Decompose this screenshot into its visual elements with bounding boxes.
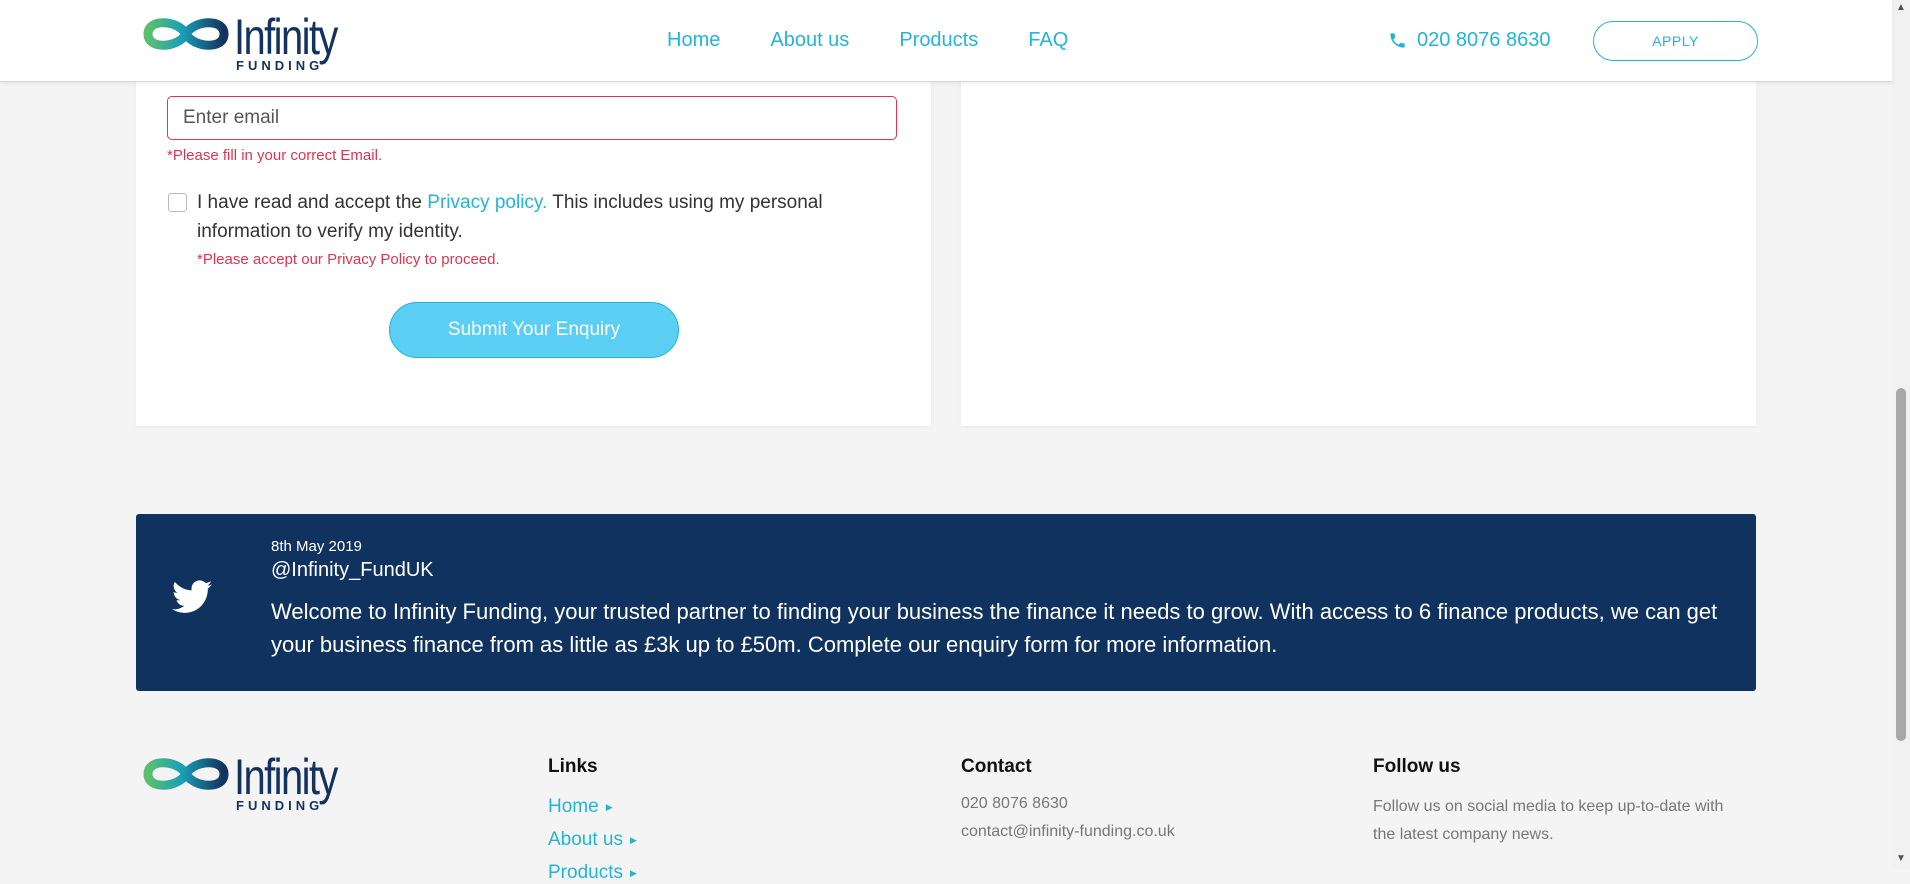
header-phone[interactable]: 020 8076 8630 xyxy=(1388,29,1550,52)
infinity-logo-icon xyxy=(143,758,229,790)
footer-link-about-us[interactable]: About us ▶ xyxy=(548,829,637,851)
apply-button[interactable]: APPLY xyxy=(1593,21,1758,61)
twitter-feed: 8th May 2019 @Infinity_FundUK Welcome to… xyxy=(136,514,1756,691)
phone-icon xyxy=(1390,33,1405,48)
triangle-right-icon: ▶ xyxy=(630,834,637,845)
footer-contact-phone[interactable]: 020 8076 8630 xyxy=(961,795,1068,813)
email-error-message: *Please fill in your correct Email. xyxy=(167,147,383,164)
submit-enquiry-button[interactable]: Submit Your Enquiry xyxy=(389,302,679,358)
footer-links-title: Links xyxy=(548,756,598,777)
privacy-consent-text: I have read and accept the Privacy polic… xyxy=(197,192,823,242)
scroll-down-arrow-icon[interactable]: ▼ xyxy=(1894,853,1908,864)
footer-contact-title: Contact xyxy=(961,756,1032,777)
privacy-checkbox[interactable] xyxy=(168,193,187,212)
scroll-up-arrow-icon[interactable]: ▲ xyxy=(1894,2,1908,13)
nav-home[interactable]: Home xyxy=(667,29,720,52)
privacy-error-message: *Please accept our Privacy Policy to pro… xyxy=(197,251,500,268)
privacy-policy-link[interactable]: Privacy policy. xyxy=(427,192,547,213)
footer-link-home[interactable]: Home ▶ xyxy=(548,796,613,818)
footer-follow-title: Follow us xyxy=(1373,756,1461,777)
footer-logo-brand: Infinity xyxy=(234,749,338,805)
nav-faq[interactable]: FAQ xyxy=(1028,29,1068,52)
infinity-logo-icon xyxy=(143,18,229,50)
site-header: Infinity FUNDING Home About us Products … xyxy=(0,0,1892,82)
triangle-right-icon: ▶ xyxy=(629,867,637,878)
footer-link-products[interactable]: Products ▶ xyxy=(548,862,637,884)
main-nav: Home About us Products FAQ xyxy=(667,29,1118,52)
right-panel-card xyxy=(961,60,1756,426)
email-field[interactable] xyxy=(167,96,897,140)
header-logo[interactable]: Infinity FUNDING xyxy=(140,12,363,73)
header-phone-number: 020 8076 8630 xyxy=(1417,29,1551,51)
triangle-right-icon: ▶ xyxy=(605,801,613,812)
scrollbar-thumb[interactable] xyxy=(1896,388,1906,741)
nav-products[interactable]: Products xyxy=(899,29,978,52)
nav-about-us[interactable]: About us xyxy=(770,29,849,52)
tweet-text: Welcome to Infinity Funding, your truste… xyxy=(271,599,1718,657)
footer-follow-text: Follow us on social media to keep up-to-… xyxy=(1373,798,1724,843)
twitter-icon[interactable] xyxy=(172,580,212,614)
footer-logo[interactable]: Infinity FUNDING xyxy=(140,752,363,813)
tweet-handle[interactable]: @Infinity_FundUK xyxy=(271,559,434,582)
tweet-date: 8th May 2019 xyxy=(271,538,362,555)
logo-brand: Infinity xyxy=(234,9,338,65)
footer-contact-email[interactable]: contact@infinity-funding.co.uk xyxy=(961,823,1175,841)
